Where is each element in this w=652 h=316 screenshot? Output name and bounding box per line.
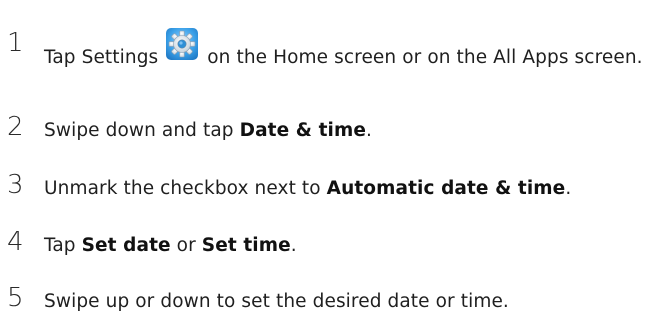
step-text-plain: .: [365, 120, 372, 141]
step-text: Tap Settings on the Home screen or on th…: [44, 28, 646, 72]
step-text-bold: Automatic date & time: [326, 178, 566, 199]
instruction-steps-list: 1 Tap Settings on the Home screen or on …: [0, 0, 652, 316]
step-text: Unmark the checkbox next to Automatic da…: [44, 175, 646, 203]
settings-gear-icon: [165, 27, 199, 61]
step-text: Swipe up or down to set the desired date…: [44, 288, 646, 316]
step-number: 4: [7, 227, 24, 257]
step-text: Swipe down and tap Date & time.: [44, 117, 646, 145]
step-text: Tap Set date or Set time.: [44, 232, 646, 260]
step-text-before-icon: Tap Settings: [44, 47, 159, 68]
step-text-plain: .: [290, 235, 297, 256]
step-text-plain: Unmark the checkbox next to: [44, 178, 327, 199]
step-text-plain: or: [170, 235, 202, 256]
step-number: 1: [7, 28, 24, 58]
step-text-plain: Swipe down and tap: [44, 120, 240, 141]
step-number: 3: [7, 170, 24, 200]
step-number: 2: [7, 112, 24, 142]
step-text-bold: Date & time: [239, 120, 366, 141]
step-text-plain: .: [565, 178, 572, 199]
step-text-bold: Set date: [81, 235, 171, 256]
step-text-bold: Set time: [201, 235, 291, 256]
step-text-plain: Swipe up or down to set the desired date…: [44, 291, 509, 312]
step-text-after-icon: on the Home screen or on the All Apps sc…: [207, 47, 643, 68]
step-text-plain: Tap: [44, 235, 82, 256]
step-number: 5: [7, 283, 24, 313]
